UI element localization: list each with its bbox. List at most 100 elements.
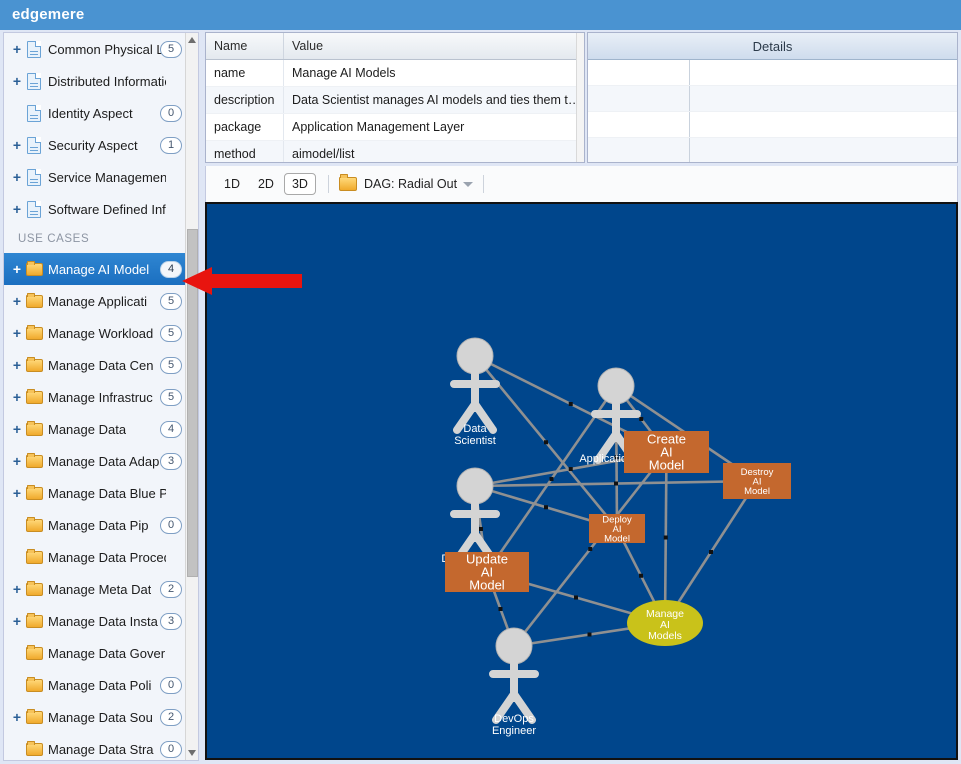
expand-toggle-icon[interactable]: + xyxy=(10,614,24,628)
folder-icon xyxy=(24,388,46,406)
expand-toggle-icon[interactable]: + xyxy=(10,326,24,340)
expand-toggle-icon[interactable]: + xyxy=(10,486,24,500)
sidebar-item-manage-applicati[interactable]: + Manage Applicati 5 xyxy=(4,285,190,317)
sidebar-item-manage-data-poli[interactable]: Manage Data Poli 0 xyxy=(4,669,190,701)
sidebar-item-service-management[interactable]: + Service Management xyxy=(4,161,190,193)
sidebar-item-manage-infrastruc[interactable]: + Manage Infrastruc 5 xyxy=(4,381,190,413)
sidebar-item-manage-workload[interactable]: + Manage Workload 5 xyxy=(4,317,190,349)
expand-toggle-icon[interactable]: + xyxy=(10,138,24,152)
layout-dropdown[interactable]: DAG: Radial Out xyxy=(338,174,474,191)
dimension-button-1d[interactable]: 1D xyxy=(216,173,248,195)
sidebar-item-security-aspect[interactable]: + Security Aspect 1 xyxy=(4,129,190,161)
sidebar-item-manage-data-pip[interactable]: Manage Data Pip 0 xyxy=(4,509,190,541)
actor-node-devops-engineer[interactable]: DevOpsEngineer xyxy=(489,627,539,737)
sidebar-item-manage-data[interactable]: + Manage Data 4 xyxy=(4,413,190,445)
expand-toggle-icon[interactable]: + xyxy=(10,390,24,404)
dimension-button-2d[interactable]: 2D xyxy=(250,173,282,195)
sidebar-item-common-physical-l[interactable]: + Common Physical L5 xyxy=(4,33,190,65)
actor-label: Data xyxy=(463,423,487,435)
expand-toggle-icon[interactable]: + xyxy=(10,262,24,276)
sidebar-scrollbar-thumb[interactable] xyxy=(187,229,198,577)
property-row[interactable]: package Application Management Layer xyxy=(206,114,584,141)
graph-edge-marker xyxy=(574,595,578,600)
sidebar-item-manage-data-stra[interactable]: Manage Data Stra 0 xyxy=(4,733,190,760)
column-header-value[interactable]: Value xyxy=(284,33,584,59)
expand-toggle-icon[interactable]: + xyxy=(10,422,24,436)
dimension-button-3d[interactable]: 3D xyxy=(283,173,316,195)
sidebar-item-label: Distributed Informatio xyxy=(48,73,166,89)
sidebar-item-manage-data-cen[interactable]: + Manage Data Cen 5 xyxy=(4,349,190,381)
details-row[interactable] xyxy=(588,60,957,86)
sidebar-item-manage-data-blue-p[interactable]: + Manage Data Blue P xyxy=(4,477,190,509)
graph-edge-marker xyxy=(479,527,483,531)
folder-icon xyxy=(24,548,46,566)
property-name-cell: package xyxy=(206,114,284,140)
sidebar-item-manage-ai-model[interactable]: + Manage AI Model 4 xyxy=(4,253,190,285)
details-name-cell xyxy=(588,138,690,162)
usecase-node-destroy-ai-model[interactable]: DestroyAIModel xyxy=(723,463,791,499)
sidebar-scrollbar[interactable] xyxy=(185,33,198,760)
folder-icon xyxy=(24,740,46,758)
details-panel[interactable]: Details xyxy=(587,32,958,163)
item-count-badge: 0 xyxy=(160,516,182,534)
item-count-badge: 0 xyxy=(160,676,182,694)
details-panel-title: Details xyxy=(588,33,957,60)
expand-toggle-icon[interactable]: + xyxy=(10,710,24,724)
details-row[interactable] xyxy=(588,112,957,138)
sidebar-item-manage-data-sou[interactable]: + Manage Data Sou 2 xyxy=(4,701,190,733)
sidebar-item-label: Software Defined Infr xyxy=(48,201,166,217)
graph-edge-marker xyxy=(544,440,548,445)
details-value-cell xyxy=(690,86,957,111)
sidebar-item-manage-data-govern[interactable]: Manage Data Govern xyxy=(4,637,190,669)
details-row[interactable] xyxy=(588,86,957,112)
scroll-up-arrow-icon[interactable] xyxy=(186,33,198,47)
folder-icon xyxy=(24,452,46,470)
property-grid-scrollbar[interactable] xyxy=(576,33,584,162)
expand-toggle-icon[interactable]: + xyxy=(10,74,24,88)
hub-node-manage-ai-models[interactable]: ManageAIModels xyxy=(627,600,703,646)
expand-toggle-icon[interactable]: + xyxy=(10,358,24,372)
expand-toggle-icon[interactable]: + xyxy=(10,202,24,216)
property-row[interactable]: description Data Scientist manages AI mod… xyxy=(206,87,584,114)
graph-canvas[interactable]: DataScientistApplicationDevDataEngineerD… xyxy=(205,202,958,760)
graph-toolbar: 1D 2D 3D DAG: Radial Out xyxy=(205,166,958,202)
graph-edge-marker xyxy=(588,547,593,551)
sidebar-item-manage-data-proced[interactable]: Manage Data Proced xyxy=(4,541,190,573)
item-count-badge: 5 xyxy=(160,292,182,310)
item-count-badge: 4 xyxy=(160,420,182,438)
usecase-node-deploy-ai-model[interactable]: DeployAIModel xyxy=(589,514,645,544)
sidebar-item-distributed-informatio[interactable]: + Distributed Informatio xyxy=(4,65,190,97)
actor-head-icon xyxy=(456,337,494,375)
sidebar-item-manage-data-insta[interactable]: + Manage Data Insta 3 xyxy=(4,605,190,637)
sidebar-tree-list: + Common Physical L 5 + Distributed Informat… xyxy=(4,33,190,760)
expand-toggle-icon[interactable]: + xyxy=(10,582,24,596)
sidebar-item-manage-meta-dat[interactable]: + Manage Meta Dat 2 xyxy=(4,573,190,605)
layout-dropdown-label: DAG: Radial Out xyxy=(363,177,458,191)
sidebar-item-label: Manage Data Stra xyxy=(48,741,154,757)
usecase-node-create-ai-model[interactable]: CreateAIModel xyxy=(624,431,709,473)
expand-toggle-icon[interactable]: + xyxy=(10,170,24,184)
expand-toggle-icon[interactable]: + xyxy=(10,454,24,468)
actor-node-data-scientist[interactable]: DataScientist xyxy=(450,337,500,447)
expand-toggle-icon[interactable]: + xyxy=(10,294,24,308)
property-value-cell: aimodel/list xyxy=(292,147,355,161)
graph-edge-marker xyxy=(544,505,548,510)
property-grid[interactable]: Name Value name Manage AI Models descripti… xyxy=(205,32,585,163)
graph-visualization[interactable]: DataScientistApplicationDevDataEngineerD… xyxy=(207,204,956,758)
sidebar-item-identity-aspect[interactable]: Identity Aspect 0 xyxy=(4,97,190,129)
sidebar-item-software-defined-infr[interactable]: + Software Defined Infr xyxy=(4,193,190,225)
column-header-name[interactable]: Name xyxy=(206,33,284,59)
item-count-badge: 2 xyxy=(160,580,182,598)
expand-toggle-icon[interactable]: + xyxy=(10,42,24,56)
item-count-badge: 0 xyxy=(160,104,182,122)
property-row[interactable]: name Manage AI Models xyxy=(206,60,584,87)
item-count-badge: 5 xyxy=(160,324,182,342)
scroll-down-arrow-icon[interactable] xyxy=(186,746,198,760)
details-row[interactable] xyxy=(588,138,957,162)
sidebar-item-manage-data-adap[interactable]: + Manage Data Adap 3 xyxy=(4,445,190,477)
property-row[interactable]: method aimodel/list xyxy=(206,141,584,162)
usecase-node-update-ai-model[interactable]: UpdateAIModel xyxy=(445,552,529,593)
graph-nodes-layer: DataScientistApplicationDevDataEngineerD… xyxy=(441,337,791,737)
graph-edge-marker xyxy=(498,607,503,611)
sidebar-tree-panel[interactable]: + Common Physical L 5 + Distributed Informat… xyxy=(3,32,199,761)
